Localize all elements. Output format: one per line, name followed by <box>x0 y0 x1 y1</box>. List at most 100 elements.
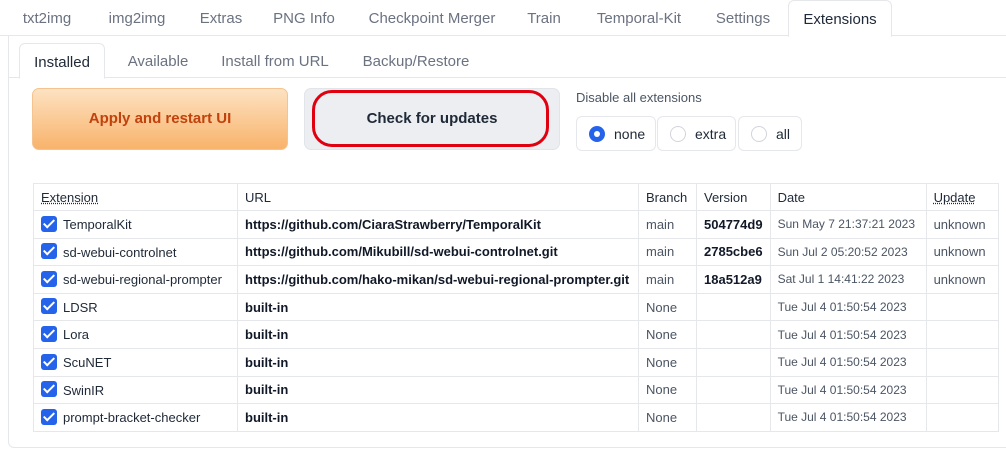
update-cell <box>925 375 999 405</box>
extension-cell: LDSR <box>33 292 238 322</box>
tab-temporal-kit[interactable]: Temporal-Kit <box>584 0 694 37</box>
extension-cell: SwinIR <box>33 375 238 405</box>
date-cell: Tue Jul 4 01:50:54 2023 <box>769 347 927 377</box>
radio-none[interactable]: none <box>576 116 656 151</box>
version-cell <box>696 375 771 405</box>
apply-and-restart-button[interactable]: Apply and restart UI <box>32 88 288 150</box>
branch-cell: None <box>638 292 697 322</box>
branch-cell: main <box>638 210 697 239</box>
extension-name: Lora <box>63 327 90 343</box>
tab-checkpoint-merger[interactable]: Checkpoint Merger <box>356 0 508 37</box>
date-cell: Sat Jul 1 14:41:22 2023 <box>769 265 927 294</box>
enabled-checkbox[interactable] <box>41 243 57 260</box>
table-row: TemporalKit https://github.com/CiaraStra… <box>33 210 999 239</box>
extension-cell: prompt-bracket-checker <box>33 403 238 432</box>
tab-img2img[interactable]: img2img <box>98 0 176 37</box>
radio-unselected-icon <box>670 126 686 142</box>
tab-install-from-url[interactable]: Install from URL <box>215 43 335 79</box>
enabled-checkbox[interactable] <box>41 298 57 315</box>
header-branch: Branch <box>638 183 697 211</box>
extension-name: LDSR <box>63 299 98 315</box>
header-date: Date <box>769 183 927 211</box>
extension-name: prompt-bracket-checker <box>63 410 201 426</box>
update-cell: unknown <box>925 210 999 239</box>
url-cell: built-in <box>237 292 639 322</box>
tab-png-info[interactable]: PNG Info <box>264 0 344 37</box>
top-tab-bar: txt2img img2img Extras PNG Info Checkpoi… <box>0 0 1006 37</box>
sub-tab-bar: Installed Available Install from URL Bac… <box>9 43 1006 79</box>
radio-extra[interactable]: extra <box>657 116 736 151</box>
tab-extras[interactable]: Extras <box>190 0 252 37</box>
url-cell: https://github.com/CiaraStrawberry/Tempo… <box>237 210 639 239</box>
tab-settings[interactable]: Settings <box>706 0 780 37</box>
version-cell: 18a512a9 <box>696 265 771 294</box>
radio-label: all <box>776 126 791 142</box>
extension-name: sd-webui-regional-prompter <box>63 272 222 288</box>
table-row: sd-webui-controlnet https://github.com/M… <box>33 237 999 267</box>
url-cell: https://github.com/Mikubill/sd-webui-con… <box>237 237 639 267</box>
table-header-row: Extension URL Branch Version Date Update <box>33 183 999 211</box>
table-row: sd-webui-regional-prompter https://githu… <box>33 265 999 294</box>
table-row: LDSR built-in None Tue Jul 4 01:50:54 20… <box>33 292 999 322</box>
radio-label: extra <box>695 126 727 142</box>
update-cell <box>925 292 999 322</box>
check-for-updates-button[interactable]: Check for updates <box>304 88 560 150</box>
extension-name: sd-webui-controlnet <box>63 244 177 260</box>
enabled-checkbox[interactable] <box>41 215 57 232</box>
header-url: URL <box>237 183 639 211</box>
extension-cell: Lora <box>33 320 238 349</box>
url-cell: built-in <box>237 320 639 349</box>
date-cell: Tue Jul 4 01:50:54 2023 <box>769 320 927 349</box>
tab-available[interactable]: Available <box>119 43 197 79</box>
extension-name: SwinIR <box>63 382 105 398</box>
branch-cell: None <box>638 375 697 405</box>
enabled-checkbox[interactable] <box>41 325 57 342</box>
branch-cell: None <box>638 347 697 377</box>
radio-all[interactable]: all <box>738 116 802 151</box>
enabled-checkbox[interactable] <box>41 353 57 370</box>
extension-name: TemporalKit <box>63 217 132 233</box>
version-cell <box>696 292 771 322</box>
tab-train[interactable]: Train <box>518 0 570 37</box>
url-cell: built-in <box>237 403 639 432</box>
update-cell: unknown <box>925 237 999 267</box>
date-cell: Tue Jul 4 01:50:54 2023 <box>769 403 927 432</box>
enabled-checkbox[interactable] <box>41 408 57 425</box>
extension-cell: sd-webui-regional-prompter <box>33 265 238 294</box>
branch-cell: None <box>638 320 697 349</box>
update-cell <box>925 347 999 377</box>
version-cell: 504774d9 <box>696 210 771 239</box>
table-row: prompt-bracket-checker built-in None Tue… <box>33 403 999 432</box>
version-cell <box>696 347 771 377</box>
tab-extensions[interactable]: Extensions <box>788 0 892 37</box>
table-row: Lora built-in None Tue Jul 4 01:50:54 20… <box>33 320 999 349</box>
tab-backup-restore[interactable]: Backup/Restore <box>355 43 477 79</box>
branch-cell: None <box>638 403 697 432</box>
version-cell <box>696 403 771 432</box>
extension-cell: ScuNET <box>33 347 238 377</box>
url-cell: built-in <box>237 375 639 405</box>
version-cell: 2785cbe6 <box>696 237 771 267</box>
radio-selected-icon <box>589 126 605 142</box>
header-version: Version <box>696 183 771 211</box>
version-cell <box>696 320 771 349</box>
update-cell <box>925 403 999 432</box>
date-cell: Tue Jul 4 01:50:54 2023 <box>769 375 927 405</box>
enabled-checkbox[interactable] <box>41 381 57 398</box>
header-update: Update <box>925 183 999 211</box>
url-cell: https://github.com/hako-mikan/sd-webui-r… <box>237 265 639 294</box>
radio-unselected-icon <box>751 126 767 142</box>
radio-label: none <box>614 126 646 142</box>
table-row: ScuNET built-in None Tue Jul 4 01:50:54 … <box>33 347 999 377</box>
tab-txt2img[interactable]: txt2img <box>12 0 82 37</box>
update-cell <box>925 320 999 349</box>
extension-cell: TemporalKit <box>33 210 238 239</box>
date-cell: Tue Jul 4 01:50:54 2023 <box>769 292 927 322</box>
date-cell: Sun Jul 2 05:20:52 2023 <box>769 237 927 267</box>
branch-cell: main <box>638 237 697 267</box>
tab-installed[interactable]: Installed <box>19 43 105 79</box>
branch-cell: main <box>638 265 697 294</box>
update-cell: unknown <box>925 265 999 294</box>
enabled-checkbox[interactable] <box>41 270 57 287</box>
url-cell: built-in <box>237 347 639 377</box>
